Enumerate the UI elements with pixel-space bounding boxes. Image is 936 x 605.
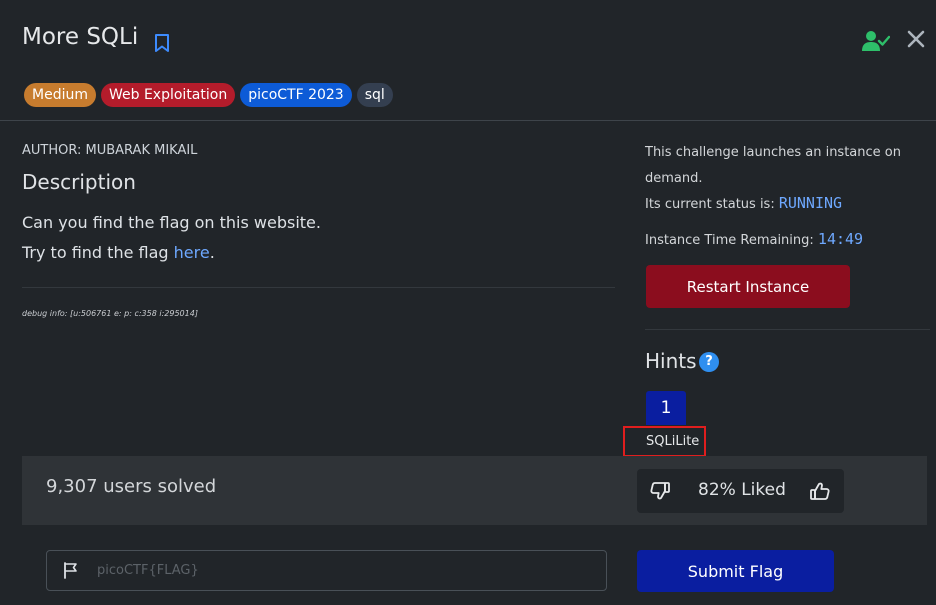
close-icon[interactable] <box>906 29 926 49</box>
time-value: 14:49 <box>817 230 864 248</box>
challenge-link[interactable]: here <box>174 243 210 262</box>
thumbs-up-icon[interactable] <box>810 481 830 501</box>
hint-content: SQLiLite <box>623 426 706 457</box>
instance-status: Its current status is: RUNNING <box>645 194 842 212</box>
flag-input-group <box>46 550 607 591</box>
author-label: AUTHOR: MUBARAK MIKAIL <box>22 143 198 158</box>
tag-topic[interactable]: sql <box>356 83 393 107</box>
divider <box>22 287 615 288</box>
restart-instance-button[interactable]: Restart Instance <box>646 265 850 308</box>
description-prefix: Try to find the flag <box>22 243 174 262</box>
challenge-title: More SQLi <box>22 24 139 50</box>
stats-bar: 9,307 users solved 82% Liked <box>22 456 927 525</box>
tag-list: Medium Web Exploitation picoCTF 2023 sql <box>24 83 393 107</box>
flag-input[interactable] <box>97 551 597 590</box>
question-circle-icon[interactable]: ? <box>699 352 719 372</box>
tag-difficulty[interactable]: Medium <box>24 83 96 107</box>
time-label: Instance Time Remaining: <box>645 233 818 248</box>
instance-intro: This challenge launches an instance on d… <box>645 145 901 186</box>
like-widget: 82% Liked <box>637 469 844 513</box>
description-text: Can you find the flag on this website. <box>22 213 321 232</box>
status-value: RUNNING <box>778 194 843 212</box>
description-heading: Description <box>22 170 136 194</box>
challenge-header: More SQLi Medium Web Exploitation picoCT… <box>0 0 936 121</box>
description-suffix: . <box>209 243 215 262</box>
submit-flag-button[interactable]: Submit Flag <box>637 550 834 592</box>
thumbs-down-icon[interactable] <box>650 481 670 501</box>
solved-count: 9,307 users solved <box>46 476 217 497</box>
hints-heading: Hints <box>645 349 697 373</box>
liked-percentage: 82% Liked <box>698 480 786 500</box>
flag-icon <box>64 562 77 579</box>
hint-tab-1[interactable]: 1 <box>646 391 686 425</box>
bookmark-icon[interactable] <box>153 33 171 53</box>
debug-info: debug info: [u:506761 e: p: c:358 i:2950… <box>22 309 198 318</box>
description-text-link-line: Try to find the flag here. <box>22 243 215 262</box>
divider <box>645 329 930 330</box>
instance-time: Instance Time Remaining: 14:49 <box>645 230 863 248</box>
status-label: Its current status is: <box>645 197 779 212</box>
user-check-icon[interactable] <box>862 29 890 53</box>
tag-event[interactable]: picoCTF 2023 <box>240 83 352 107</box>
tag-category[interactable]: Web Exploitation <box>100 83 236 107</box>
